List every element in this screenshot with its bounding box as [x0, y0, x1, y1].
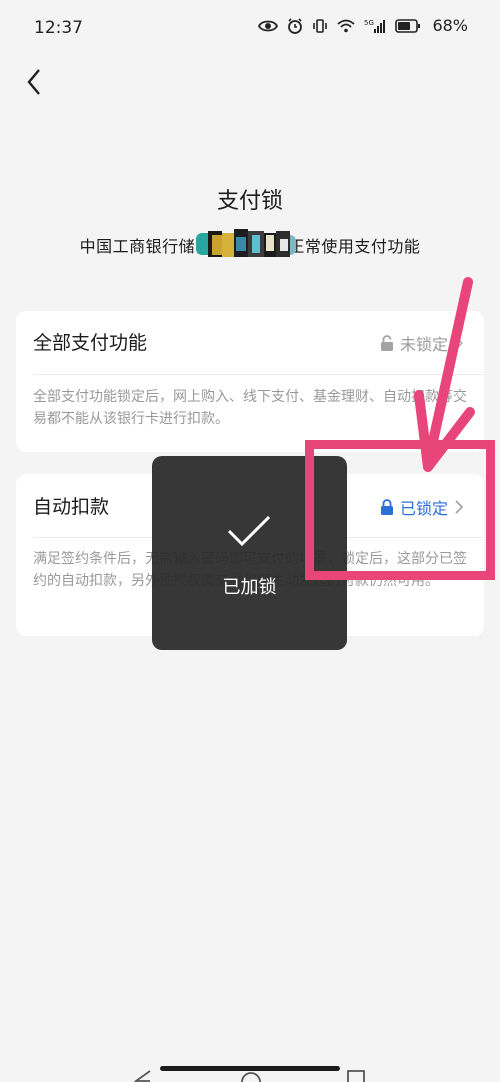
battery-icon — [395, 18, 421, 33]
battery-percent: 68% — [432, 16, 468, 35]
status-bar: 12:37 5G 68% — [0, 0, 500, 56]
nav-back-icon[interactable] — [134, 1070, 152, 1082]
screen: 12:37 5G 68% 支付锁 中国工商 — [0, 0, 500, 1082]
svg-text:5G: 5G — [364, 19, 374, 27]
lock-toggle-all-payment[interactable]: 未锁定 — [380, 331, 464, 355]
checkmark-icon — [227, 515, 271, 547]
status-time: 12:37 — [34, 18, 83, 38]
cellular-signal-icon: 5G — [364, 18, 386, 34]
nav-recents-icon[interactable] — [347, 1070, 365, 1082]
eye-icon — [258, 19, 279, 33]
nav-home-icon[interactable] — [240, 1070, 262, 1082]
chevron-left-icon — [27, 69, 40, 95]
page-title: 支付锁 — [216, 189, 283, 214]
redaction-mosaic — [196, 229, 296, 259]
vibrate-icon — [312, 18, 328, 34]
card-description: 全部支付功能锁定后，网上购入、线下支付、基金理财、自动扣款等交易都不能从该银行卡… — [33, 389, 467, 427]
chevron-right-icon — [455, 336, 464, 350]
divider — [33, 374, 484, 375]
annotation-highlight-box — [305, 440, 495, 580]
lock-status-label: 未锁定 — [399, 335, 448, 354]
status-icons: 5G 68% — [258, 16, 468, 35]
wifi-icon — [337, 19, 356, 33]
unlock-icon — [380, 334, 393, 351]
card-title: 全部支付功能 — [33, 332, 148, 354]
alarm-icon — [287, 17, 303, 34]
back-button[interactable] — [14, 62, 54, 102]
card-title: 自动扣款 — [33, 496, 110, 518]
card-all-payment: 全部支付功能 未锁定 全部支付功能锁定后，网上购入、线下支付、基金理财、自动扣款… — [16, 311, 484, 452]
